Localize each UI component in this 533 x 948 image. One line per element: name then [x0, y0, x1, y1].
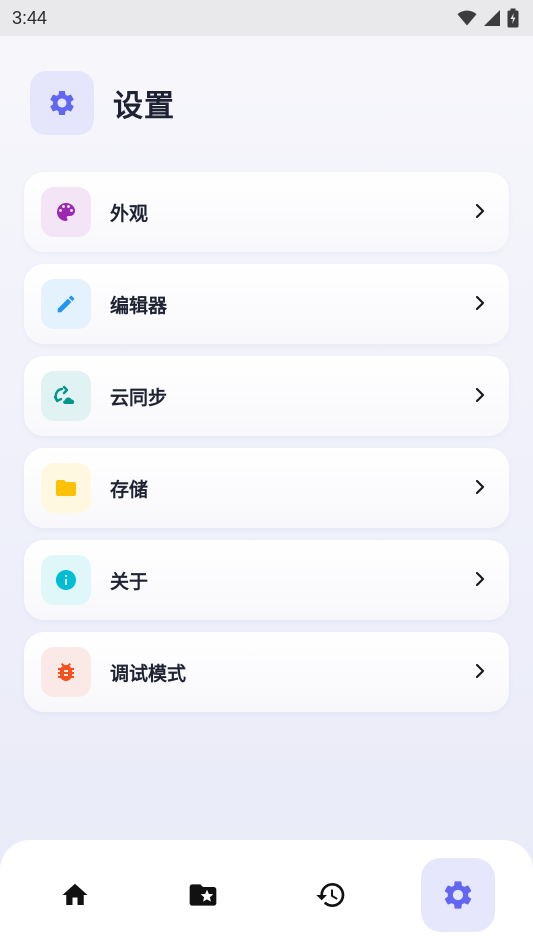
- home-icon: [62, 883, 88, 905]
- gear-icon: [444, 881, 472, 909]
- wifi-icon: [457, 10, 477, 26]
- menu-item-label: 编辑器: [110, 294, 168, 317]
- nav-history[interactable]: [294, 858, 368, 932]
- menu-icon-box: [41, 279, 91, 329]
- page-title: 设置: [113, 89, 175, 124]
- chevron-right-icon: [475, 295, 485, 311]
- cloud-sync-icon: [53, 385, 75, 404]
- page-header: 设置: [30, 71, 175, 135]
- signal-icon: [484, 10, 500, 26]
- bottom-nav: [0, 840, 533, 948]
- palette-icon: [57, 203, 75, 221]
- settings-menu: 外观 编辑器 云同步 存储 关于 调试模式: [24, 172, 509, 724]
- menu-item-about[interactable]: 关于: [24, 540, 509, 620]
- menu-icon-box: [41, 463, 91, 513]
- header-icon-box: [30, 71, 94, 135]
- menu-item-appearance[interactable]: 外观: [24, 172, 509, 252]
- menu-item-label: 关于: [110, 570, 149, 593]
- menu-item-editor[interactable]: 编辑器: [24, 264, 509, 344]
- menu-icon-box: [41, 555, 91, 605]
- menu-item-label: 云同步: [110, 386, 168, 409]
- menu-item-cloud-sync[interactable]: 云同步: [24, 356, 509, 436]
- info-icon: [56, 570, 76, 590]
- bug-icon: [58, 663, 74, 681]
- status-bar: 3:44: [0, 0, 533, 36]
- pencil-icon: [57, 295, 75, 313]
- history-icon: [316, 883, 345, 907]
- nav-home[interactable]: [38, 858, 112, 932]
- gear-icon: [50, 91, 74, 115]
- menu-item-debug-mode[interactable]: 调试模式: [24, 632, 509, 712]
- menu-icon-box: [41, 647, 91, 697]
- menu-item-label: 调试模式: [110, 662, 187, 685]
- menu-item-label: 外观: [110, 202, 149, 225]
- chevron-right-icon: [475, 387, 485, 403]
- menu-icon-box: [41, 187, 91, 237]
- status-time: 3:44: [12, 7, 48, 28]
- nav-favorites[interactable]: [166, 858, 240, 932]
- chevron-right-icon: [475, 571, 485, 587]
- status-icons: [457, 8, 519, 28]
- folder-icon: [56, 480, 76, 496]
- folder-star-icon: [189, 884, 217, 906]
- menu-item-storage[interactable]: 存储: [24, 448, 509, 528]
- menu-item-label: 存储: [110, 478, 149, 501]
- chevron-right-icon: [475, 203, 485, 219]
- chevron-right-icon: [475, 479, 485, 495]
- battery-charging-icon: [507, 8, 519, 28]
- menu-icon-box: [41, 371, 91, 421]
- chevron-right-icon: [475, 663, 485, 679]
- nav-settings[interactable]: [421, 858, 495, 932]
